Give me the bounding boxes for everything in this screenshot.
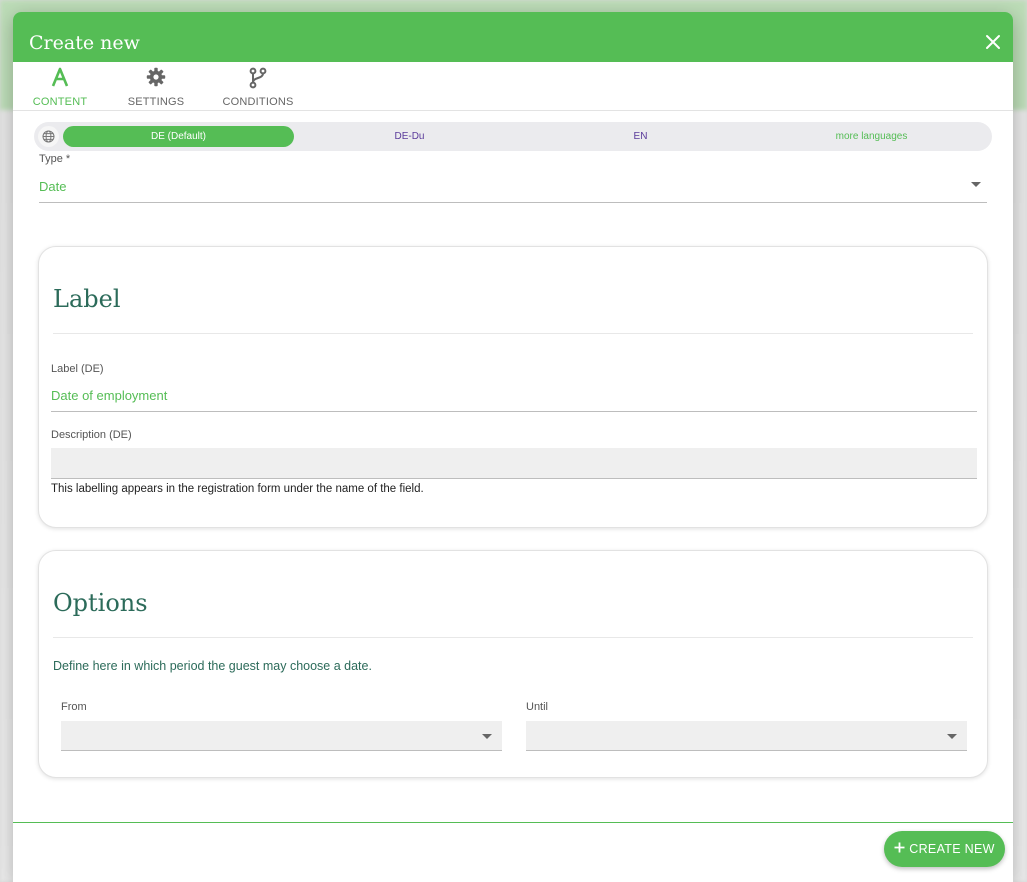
footer-divider — [13, 822, 1013, 823]
language-en[interactable]: EN — [525, 126, 756, 147]
more-languages-link[interactable]: more languages — [756, 126, 987, 147]
chevron-down-icon — [482, 734, 492, 739]
tab-label: CONDITIONS — [222, 96, 294, 108]
language-switcher: DE (Default) DE-Du EN more languages — [34, 122, 992, 151]
label-field-label: Label (DE) — [51, 363, 104, 375]
options-card-title: Options — [53, 589, 148, 617]
until-label: Until — [526, 701, 549, 713]
type-value: Date — [39, 179, 67, 194]
options-description: Define here in which period the guest ma… — [53, 659, 372, 673]
tab-content[interactable]: CONTENT — [27, 62, 93, 110]
from-select[interactable] — [61, 721, 502, 751]
font-a-icon — [27, 67, 93, 89]
tab-settings[interactable]: SETTINGS — [126, 62, 186, 110]
create-new-dialog: Create new CONTENT SETTINGS CONDITIONS D… — [13, 12, 1013, 882]
label-input-underline — [51, 411, 977, 412]
tab-label: SETTINGS — [127, 96, 185, 108]
chevron-down-icon — [971, 182, 981, 187]
branch-icon — [222, 67, 294, 89]
language-de-default[interactable]: DE (Default) — [63, 126, 294, 147]
chevron-down-icon — [947, 734, 957, 739]
card-divider — [53, 637, 973, 638]
options-card: Options Define here in which period the … — [38, 550, 988, 778]
type-select[interactable]: Type * Date — [39, 149, 987, 203]
tab-label: CONTENT — [32, 96, 88, 108]
close-icon[interactable] — [985, 34, 1001, 50]
tab-conditions[interactable]: CONDITIONS — [222, 62, 294, 110]
label-input[interactable]: Date of employment — [51, 388, 167, 403]
globe-icon[interactable] — [38, 126, 59, 147]
plus-icon — [894, 842, 905, 856]
create-new-button[interactable]: CREATE NEW — [884, 831, 1005, 867]
description-input[interactable] — [51, 448, 977, 479]
create-new-label: CREATE NEW — [909, 842, 995, 856]
from-label: From — [61, 701, 87, 713]
type-label: Type * — [39, 153, 71, 165]
card-divider — [53, 333, 973, 334]
dialog-title: Create new — [29, 32, 140, 54]
description-helper-text: This labelling appears in the registrati… — [51, 483, 424, 495]
dialog-header: Create new — [13, 12, 1013, 62]
language-de-du[interactable]: DE-Du — [294, 126, 525, 147]
until-select[interactable] — [526, 721, 967, 751]
gear-icon — [126, 67, 186, 89]
label-card: Label Label (DE) Date of employment Desc… — [38, 246, 988, 528]
type-underline — [39, 202, 987, 203]
label-card-title: Label — [53, 285, 121, 313]
tab-bar: CONTENT SETTINGS CONDITIONS — [13, 62, 1013, 111]
description-field-label: Description (DE) — [51, 429, 132, 441]
